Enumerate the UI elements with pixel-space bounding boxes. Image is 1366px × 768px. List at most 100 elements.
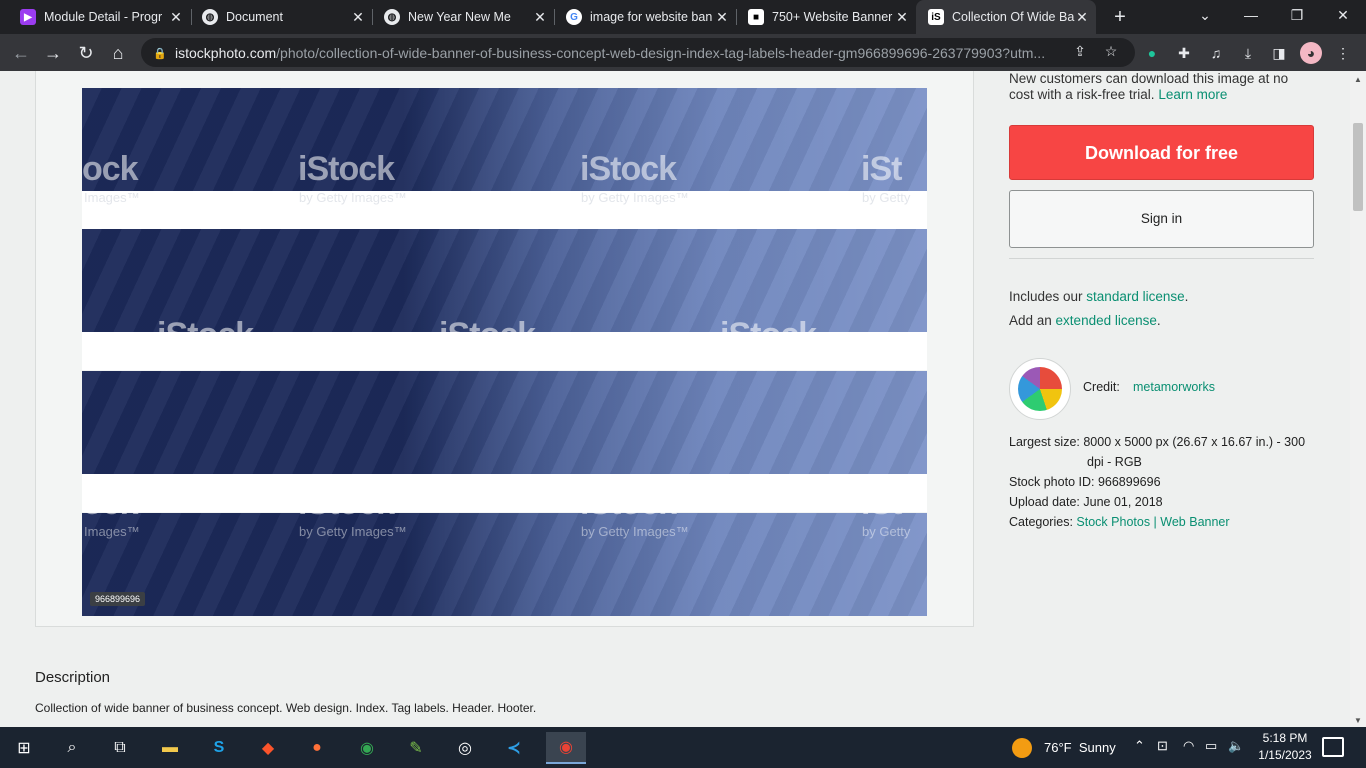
- profile-avatar-icon[interactable]: ◕: [1300, 42, 1322, 64]
- search-icon[interactable]: ⌕: [56, 732, 88, 764]
- reload-icon[interactable]: ↻: [73, 40, 99, 66]
- chrome-icon[interactable]: ◉: [351, 732, 383, 764]
- watermark: ock: [82, 484, 139, 522]
- watermark-sub: by Getty Images™: [581, 190, 689, 205]
- new-tab-button[interactable]: +: [1108, 5, 1132, 29]
- watermark-sub: by Getty: [862, 524, 911, 539]
- watermark: iStock: [298, 150, 395, 188]
- tab-website-banner[interactable]: ■ 750+ Website Banner ✕: [736, 0, 916, 34]
- banner-stripe: [82, 371, 927, 474]
- upload-date-row: Upload date: June 01, 2018: [1009, 495, 1163, 509]
- tab-close-icon[interactable]: ✕: [168, 9, 184, 25]
- download-icon[interactable]: ⤓: [1237, 42, 1259, 64]
- restore-button[interactable]: ❐: [1274, 0, 1320, 34]
- watermark-sub: by Getty Images™: [721, 356, 829, 371]
- watermark: iStock: [439, 316, 536, 354]
- vscode-icon[interactable]: ≺: [498, 732, 530, 764]
- tab-new-year[interactable]: ◍ New Year New Me ✕: [372, 0, 554, 34]
- file-explorer-icon[interactable]: ▬: [154, 732, 186, 764]
- windows-start-icon[interactable]: ⊞: [8, 732, 40, 764]
- divider: [1009, 258, 1314, 259]
- firefox-icon[interactable]: ●: [301, 732, 333, 764]
- categories-row: Categories: Stock Photos | Web Banner: [1009, 515, 1230, 529]
- extension-green-icon[interactable]: ●: [1141, 42, 1163, 64]
- forward-icon[interactable]: →: [40, 40, 66, 66]
- tray-chevron-icon[interactable]: ⌃: [1134, 738, 1145, 754]
- lock-icon: 🔒: [153, 47, 167, 60]
- volume-icon[interactable]: 🔈: [1228, 738, 1244, 754]
- standard-license-line: Includes our standard license.: [1009, 289, 1189, 304]
- github-icon[interactable]: ◎: [449, 732, 481, 764]
- menu-kebab-icon[interactable]: ⋮: [1332, 42, 1354, 64]
- download-for-free-button[interactable]: Download for free: [1009, 125, 1314, 180]
- standard-license-link[interactable]: standard license: [1086, 289, 1184, 304]
- tab-module-detail[interactable]: ▶ Module Detail - Progr ✕: [8, 0, 190, 34]
- tab-close-icon[interactable]: ✕: [1074, 9, 1090, 25]
- globe-icon: ◍: [202, 9, 218, 25]
- contributor-avatar[interactable]: [1009, 358, 1071, 420]
- watermark-sub: by Getty Images™: [158, 356, 266, 371]
- largest-size-row: Largest size: 8000 x 5000 px (26.67 x 16…: [1009, 435, 1306, 449]
- skype-icon[interactable]: S: [203, 732, 235, 764]
- tray-display-icon[interactable]: ⊡: [1157, 738, 1168, 754]
- minimize-button[interactable]: —: [1228, 0, 1274, 34]
- watermark: iStock: [720, 316, 817, 354]
- close-window-button[interactable]: ✕: [1320, 0, 1366, 34]
- learn-more-link[interactable]: Learn more: [1158, 87, 1227, 102]
- back-icon[interactable]: ←: [8, 40, 34, 66]
- stock-id-row: Stock photo ID: 966899696: [1009, 475, 1161, 489]
- media-control-icon[interactable]: ♫: [1205, 42, 1227, 64]
- istock-icon: iS: [928, 9, 944, 25]
- tab-close-icon[interactable]: ✕: [894, 9, 910, 25]
- unsplash-icon: ■: [748, 9, 764, 25]
- watermark-sub: Images™: [84, 190, 140, 205]
- sign-in-button[interactable]: Sign in: [1009, 190, 1314, 248]
- task-view-icon[interactable]: ⧉: [104, 732, 136, 764]
- banner-divider: [82, 474, 927, 512]
- sun-icon: [1012, 737, 1032, 758]
- tab-search-icon[interactable]: ⌄: [1182, 0, 1228, 34]
- address-bar[interactable]: 🔒 istockphoto.com /photo/collection-of-w…: [141, 38, 1135, 67]
- vertical-scrollbar[interactable]: ▲ ▼: [1350, 71, 1366, 727]
- share-icon[interactable]: ⇪: [1070, 41, 1090, 61]
- tab-google-search[interactable]: G image for website ban ✕: [554, 0, 736, 34]
- banner-stripe: [82, 513, 927, 616]
- side-panel-icon[interactable]: ◨: [1268, 42, 1290, 64]
- category-link-stock-photos[interactable]: Stock Photos: [1076, 515, 1150, 529]
- extensions-puzzle-icon[interactable]: ✚: [1173, 42, 1195, 64]
- notepad-icon[interactable]: ✎: [400, 732, 432, 764]
- chrome-profile-icon[interactable]: ◉: [546, 732, 586, 764]
- watermark-sub: by Getty Images™: [299, 524, 407, 539]
- purple-doc-icon: ▶: [20, 9, 36, 25]
- tab-strip: ▶ Module Detail - Progr ✕ ◍ Document ✕ ◍…: [0, 0, 1366, 34]
- weather-widget[interactable]: 76°F Sunny: [1012, 727, 1116, 768]
- tab-istock-active[interactable]: iS Collection Of Wide Ba ✕: [916, 0, 1096, 34]
- watermark-sub: by Getty Images™: [581, 524, 689, 539]
- scroll-up-icon[interactable]: ▲: [1354, 75, 1362, 84]
- brave-icon[interactable]: ◆: [252, 732, 284, 764]
- system-clock[interactable]: 5:18 PM 1/15/2023: [1254, 730, 1316, 764]
- notification-icon[interactable]: [1322, 737, 1344, 757]
- contributor-link[interactable]: metamorworks: [1133, 380, 1215, 394]
- scroll-thumb[interactable]: [1353, 123, 1363, 211]
- tab-close-icon[interactable]: ✕: [350, 9, 366, 25]
- battery-icon[interactable]: ▭: [1205, 738, 1217, 754]
- banner-divider: [82, 191, 927, 229]
- bookmark-star-icon[interactable]: ☆: [1101, 41, 1121, 61]
- wifi-icon[interactable]: ◠: [1183, 738, 1194, 754]
- watermark-sub: Images™: [84, 524, 140, 539]
- description-text: Collection of wide banner of business co…: [35, 701, 537, 715]
- watermark: iSt: [861, 150, 902, 188]
- tab-document[interactable]: ◍ Document ✕: [190, 0, 372, 34]
- tab-close-icon[interactable]: ✕: [532, 9, 548, 25]
- description-heading: Description: [35, 669, 111, 686]
- home-icon[interactable]: ⌂: [105, 40, 131, 66]
- watermark: iSt: [861, 484, 902, 522]
- watermark-sub: by Getty Images™: [440, 356, 548, 371]
- category-link-web-banner[interactable]: Web Banner: [1160, 515, 1229, 529]
- extended-license-link[interactable]: extended license: [1056, 313, 1157, 328]
- tab-close-icon[interactable]: ✕: [714, 9, 730, 25]
- watermark: iStock: [580, 150, 677, 188]
- scroll-down-icon[interactable]: ▼: [1354, 716, 1362, 725]
- image-id-tag: 966899696: [90, 592, 146, 606]
